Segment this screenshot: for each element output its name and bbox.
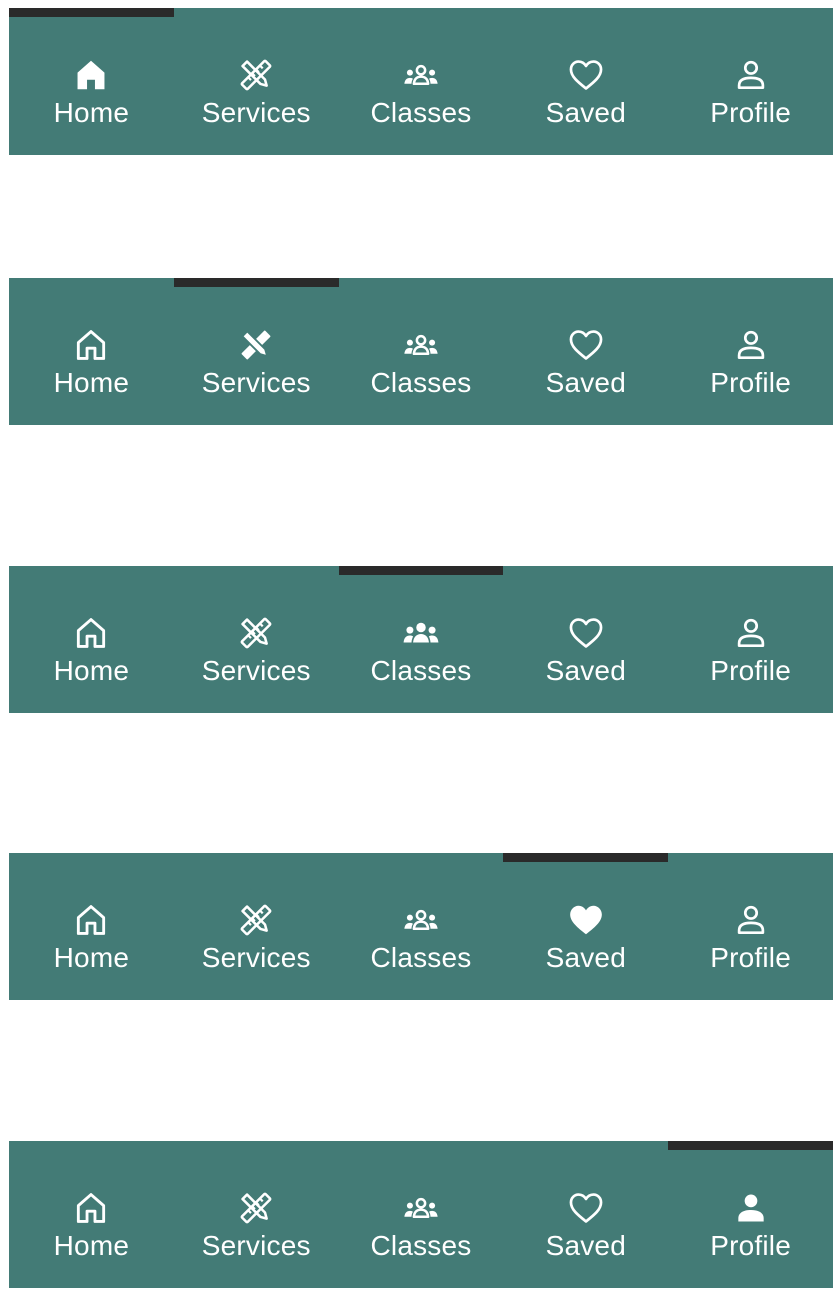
nav-label-classes: Classes bbox=[370, 655, 472, 686]
heart-icon bbox=[566, 325, 606, 365]
nav-item-saved[interactable]: Saved bbox=[503, 1141, 668, 1288]
nav-label-services: Services bbox=[201, 655, 311, 686]
nav-label-classes: Classes bbox=[370, 942, 472, 973]
nav-item-home[interactable]: Home bbox=[9, 566, 174, 713]
nav-item-profile[interactable]: Profile bbox=[668, 278, 833, 425]
heart-icon bbox=[566, 613, 606, 653]
heart-icon bbox=[566, 1188, 606, 1228]
nav-item-saved[interactable]: Saved bbox=[503, 278, 668, 425]
nav-label-profile: Profile bbox=[710, 367, 791, 398]
nav-item-profile[interactable]: Profile bbox=[668, 1141, 833, 1288]
nav-label-services: Services bbox=[201, 1230, 311, 1261]
nav-item-saved[interactable]: Saved bbox=[503, 8, 668, 155]
bottom-nav-bar: Home Services Classes Saved Profile bbox=[9, 278, 833, 425]
nav-item-services[interactable]: Services bbox=[174, 566, 339, 713]
nav-label-saved: Saved bbox=[545, 367, 626, 398]
nav-item-home[interactable]: Home bbox=[9, 8, 174, 155]
nav-item-classes[interactable]: Classes bbox=[339, 278, 504, 425]
heart-icon bbox=[566, 900, 606, 940]
active-indicator bbox=[173, 278, 339, 287]
bottom-nav-bar: Home Services Classes Saved Profile bbox=[9, 853, 833, 1000]
nav-item-services[interactable]: Services bbox=[174, 1141, 339, 1288]
tools-icon bbox=[236, 55, 276, 95]
person-icon bbox=[731, 613, 771, 653]
nav-label-saved: Saved bbox=[545, 942, 626, 973]
nav-item-services[interactable]: Services bbox=[174, 853, 339, 1000]
home-icon bbox=[71, 1188, 111, 1228]
nav-label-profile: Profile bbox=[710, 1230, 791, 1261]
bottom-nav-bar: Home Services Classes Saved Profile bbox=[9, 1141, 833, 1288]
nav-label-classes: Classes bbox=[370, 367, 472, 398]
nav-label-profile: Profile bbox=[710, 655, 791, 686]
home-icon bbox=[71, 900, 111, 940]
heart-icon bbox=[566, 55, 606, 95]
tools-icon bbox=[236, 1188, 276, 1228]
nav-label-home: Home bbox=[53, 97, 130, 128]
active-indicator bbox=[338, 566, 504, 575]
person-icon bbox=[731, 1188, 771, 1228]
nav-item-home[interactable]: Home bbox=[9, 1141, 174, 1288]
people-group-icon bbox=[401, 613, 441, 653]
nav-label-saved: Saved bbox=[545, 97, 626, 128]
nav-label-profile: Profile bbox=[710, 942, 791, 973]
nav-item-profile[interactable]: Profile bbox=[668, 566, 833, 713]
nav-item-services[interactable]: Services bbox=[173, 278, 339, 425]
nav-label-saved: Saved bbox=[545, 1230, 626, 1261]
active-indicator bbox=[503, 853, 669, 862]
nav-label-home: Home bbox=[53, 1230, 130, 1261]
person-icon bbox=[731, 900, 771, 940]
tools-icon bbox=[236, 900, 276, 940]
home-icon bbox=[71, 613, 111, 653]
nav-item-home[interactable]: Home bbox=[9, 853, 174, 1000]
person-icon bbox=[731, 55, 771, 95]
nav-item-profile[interactable]: Profile bbox=[668, 8, 833, 155]
people-group-icon bbox=[401, 900, 441, 940]
home-icon bbox=[71, 55, 111, 95]
nav-item-profile[interactable]: Profile bbox=[668, 853, 833, 1000]
nav-label-classes: Classes bbox=[370, 1230, 472, 1261]
nav-label-services: Services bbox=[201, 942, 311, 973]
nav-item-home[interactable]: Home bbox=[9, 278, 174, 425]
tools-icon bbox=[236, 325, 276, 365]
tools-icon bbox=[236, 613, 276, 653]
nav-label-classes: Classes bbox=[370, 97, 472, 128]
bottom-nav-bar: Home Services Classes Saved Profile bbox=[9, 566, 833, 713]
home-icon bbox=[71, 325, 111, 365]
nav-label-home: Home bbox=[53, 942, 130, 973]
nav-label-home: Home bbox=[53, 655, 130, 686]
nav-item-classes[interactable]: Classes bbox=[339, 853, 504, 1000]
nav-item-saved[interactable]: Saved bbox=[503, 853, 669, 1000]
people-group-icon bbox=[401, 325, 441, 365]
nav-label-home: Home bbox=[53, 367, 130, 398]
nav-item-classes[interactable]: Classes bbox=[339, 8, 504, 155]
nav-item-services[interactable]: Services bbox=[174, 8, 339, 155]
nav-label-profile: Profile bbox=[710, 97, 791, 128]
nav-label-saved: Saved bbox=[545, 655, 626, 686]
people-group-icon bbox=[401, 55, 441, 95]
nav-item-classes[interactable]: Classes bbox=[338, 566, 504, 713]
active-indicator bbox=[668, 1141, 833, 1150]
nav-label-services: Services bbox=[201, 97, 311, 128]
nav-item-classes[interactable]: Classes bbox=[339, 1141, 504, 1288]
nav-item-saved[interactable]: Saved bbox=[503, 566, 668, 713]
people-group-icon bbox=[401, 1188, 441, 1228]
bottom-nav-bar: Home Services Classes Saved Profile bbox=[9, 8, 833, 155]
active-indicator bbox=[9, 8, 174, 17]
nav-label-services: Services bbox=[201, 367, 311, 398]
person-icon bbox=[731, 325, 771, 365]
